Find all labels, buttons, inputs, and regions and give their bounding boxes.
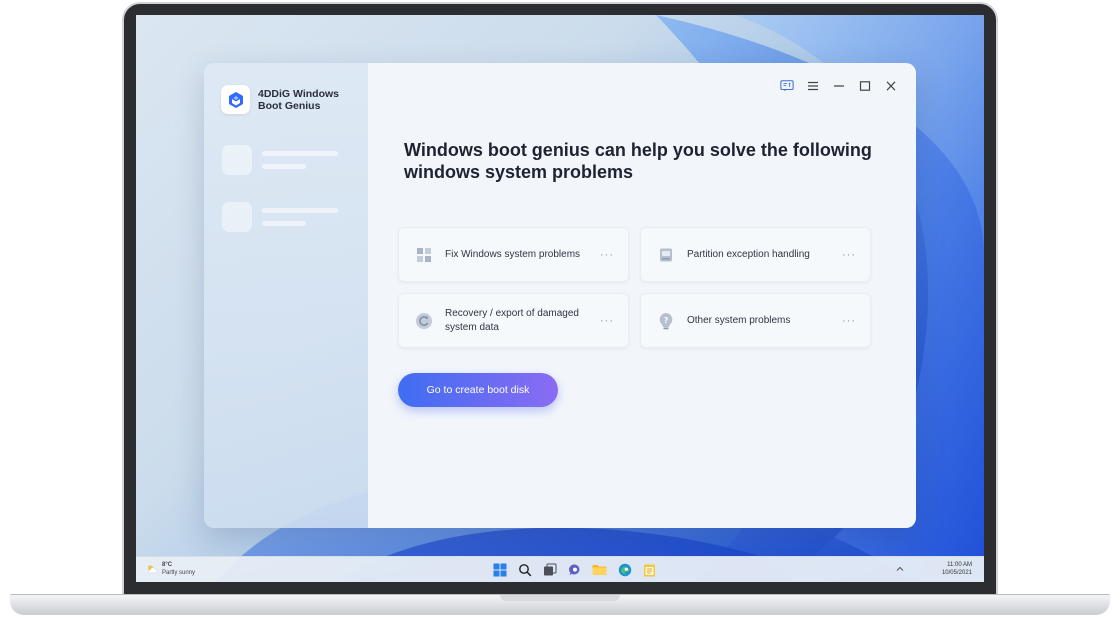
- sidebar: 4DDiG Windows Boot Genius: [204, 63, 368, 528]
- card-partition[interactable]: Partition exception handling ···: [640, 227, 871, 282]
- taskbar-apps: [491, 561, 658, 578]
- laptop-base-notch: [500, 595, 620, 601]
- card-label: Partition exception handling: [687, 248, 810, 260]
- close-icon[interactable]: [884, 79, 898, 93]
- card-label: Recovery / export of damaged system data: [445, 307, 579, 333]
- system-clock[interactable]: 11:00 AM 10/05/2021: [942, 561, 972, 577]
- chevron-up-icon[interactable]: [894, 563, 906, 575]
- question-bulb-icon: ?: [657, 312, 675, 330]
- task-view-icon[interactable]: [541, 561, 558, 578]
- sidebar-item-placeholder: [222, 202, 338, 232]
- edge-browser-icon[interactable]: [616, 561, 633, 578]
- notepad-icon[interactable]: [641, 561, 658, 578]
- taskbar: 8°C Partly sunny 11:00 AM 10/05/2021: [136, 556, 984, 582]
- brand: 4DDiG Windows Boot Genius: [221, 85, 351, 114]
- weather-desc: Partly sunny: [162, 570, 196, 576]
- weather-widget[interactable]: 8°C Partly sunny: [146, 561, 195, 577]
- windows-grid-icon: [415, 246, 433, 264]
- search-icon[interactable]: [516, 561, 533, 578]
- card-label: Other system problems: [687, 314, 791, 326]
- laptop-base: [10, 594, 1110, 615]
- sidebar-item-placeholder: [222, 145, 338, 175]
- file-explorer-icon[interactable]: [591, 561, 608, 578]
- app-name: 4DDiG Windows Boot Genius: [258, 87, 339, 112]
- partition-disk-icon: [657, 246, 675, 264]
- menu-icon[interactable]: [806, 79, 820, 93]
- app-logo-icon: [221, 85, 250, 114]
- card-fix-windows[interactable]: Fix Windows system problems ···: [398, 227, 629, 282]
- create-boot-disk-button[interactable]: Go to create boot disk: [398, 373, 558, 407]
- card-label: Fix Windows system problems: [445, 248, 581, 260]
- desktop-screen: 4DDiG Windows Boot Genius Windows boot g…: [136, 15, 984, 582]
- more-options-icon[interactable]: ···: [600, 249, 614, 261]
- more-options-icon[interactable]: ···: [842, 315, 856, 327]
- maximize-icon[interactable]: [858, 79, 872, 93]
- more-options-icon[interactable]: ···: [600, 315, 614, 327]
- chat-icon[interactable]: [566, 561, 583, 578]
- clock-date: 10/05/2021: [941, 570, 972, 576]
- app-window: 4DDiG Windows Boot Genius Windows boot g…: [204, 63, 916, 528]
- feedback-icon[interactable]: [780, 79, 794, 93]
- data-recovery-icon: [415, 312, 433, 330]
- minimize-icon[interactable]: [832, 79, 846, 93]
- clock-time: 11:00 AM: [947, 562, 972, 568]
- window-controls: [780, 79, 898, 93]
- main-panel: Windows boot genius can help you solve t…: [368, 63, 916, 528]
- weather-temp: 8°C: [162, 562, 173, 568]
- card-other-problems[interactable]: ? Other system problems ···: [640, 293, 871, 348]
- more-options-icon[interactable]: ···: [842, 249, 856, 261]
- card-data-recovery[interactable]: Recovery / export of damaged system data…: [398, 293, 629, 348]
- page-title: Windows boot genius can help you solve t…: [404, 140, 872, 182]
- windows-start-icon[interactable]: [491, 561, 508, 578]
- partly-sunny-icon: [147, 565, 158, 574]
- svg-text:?: ?: [664, 315, 668, 324]
